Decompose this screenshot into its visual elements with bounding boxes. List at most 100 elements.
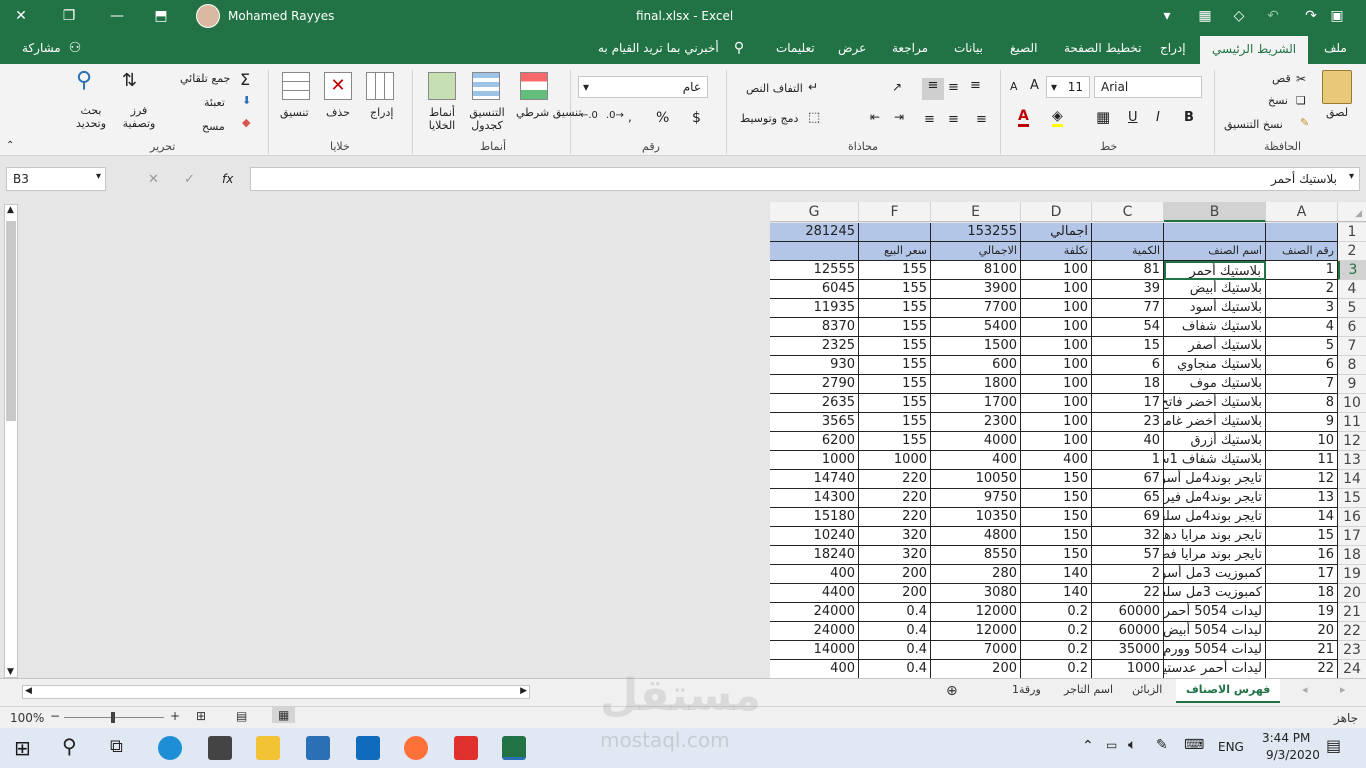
cell-E10[interactable]: 1700 [931,394,1021,413]
user-avatar[interactable] [196,4,220,28]
name-box[interactable]: B3 ▾ [6,167,106,191]
delete-cells-label[interactable]: حذف [326,106,350,119]
cell-G16[interactable]: 15180 [770,508,859,527]
bold-icon[interactable]: B [1184,110,1194,125]
cell-G1[interactable]: 281245 [770,223,859,242]
align-top-icon[interactable]: ≡ [922,78,944,100]
row-header-15[interactable]: 15 [1338,489,1366,508]
conditional-formatting-icon[interactable] [520,72,548,100]
column-header-D[interactable]: D [1021,202,1092,222]
cell-F15[interactable]: 220 [859,489,931,508]
cell-D5[interactable]: 100 [1021,299,1092,318]
cut-button[interactable]: قص [1272,72,1291,85]
cell-G5[interactable]: 11935 [770,299,859,318]
wrap-text-icon[interactable]: ↵ [808,80,818,94]
cell-D20[interactable]: 140 [1021,584,1092,603]
cell-D18[interactable]: 150 [1021,546,1092,565]
edge-icon[interactable] [158,736,182,760]
cell-C18[interactable]: 57 [1092,546,1164,565]
cell-F1[interactable] [859,223,931,242]
column-header-F[interactable]: F [859,202,931,222]
cell-G24[interactable]: 400 [770,660,859,678]
clear-button[interactable]: مسح [202,120,225,133]
cell-F20[interactable]: 200 [859,584,931,603]
align-left-icon[interactable]: ≡ [924,112,935,127]
confirm-entry-icon[interactable]: ✓ [184,172,195,187]
cell-E21[interactable]: 12000 [931,603,1021,622]
cell-G19[interactable]: 400 [770,565,859,584]
row-header-21[interactable]: 21 [1338,603,1366,622]
cell-F4[interactable]: 155 [859,280,931,299]
row-header-6[interactable]: 6 [1338,318,1366,337]
save-icon[interactable]: ▣ [1326,6,1348,26]
align-bottom-icon[interactable]: ≡ [970,78,981,93]
borders-icon[interactable]: ▦ [1096,108,1110,126]
cell-F18[interactable]: 320 [859,546,931,565]
row-header-24[interactable]: 24 [1338,660,1366,679]
sheet-tab-2[interactable]: الزبائن [1132,683,1162,696]
cell-styles-label[interactable]: أنماط الخلايا [424,106,460,132]
cell-B20[interactable]: كمبوزيت 3مل سلفر [1164,584,1266,603]
cell-B14[interactable]: تايجر بوند4مل أسود [1164,470,1266,489]
tab-home[interactable]: الشريط الرئيسي [1200,36,1309,64]
sort-filter-icon[interactable]: ⇅ [122,70,137,91]
cell-F17[interactable]: 320 [859,527,931,546]
cell-A21[interactable]: 19 [1266,603,1338,622]
cell-A2[interactable]: رقم الصنف [1266,242,1338,261]
cell-C7[interactable]: 15 [1092,337,1164,356]
cell-A13[interactable]: 11 [1266,451,1338,470]
cell-F11[interactable]: 155 [859,413,931,432]
cell-C12[interactable]: 40 [1092,432,1164,451]
cell-E4[interactable]: 3900 [931,280,1021,299]
cell-A10[interactable]: 8 [1266,394,1338,413]
row-header-22[interactable]: 22 [1338,622,1366,641]
row-header-18[interactable]: 18 [1338,546,1366,565]
align-center-icon[interactable]: ≡ [948,112,959,127]
cell-C22[interactable]: 60000 [1092,622,1164,641]
cell-D1[interactable]: اجمالي [1021,223,1092,242]
cell-E13[interactable]: 400 [931,451,1021,470]
cell-F21[interactable]: 0.4 [859,603,931,622]
prev-sheet-icon[interactable]: ◂ [1302,683,1308,696]
scroll-thumb[interactable] [6,221,16,421]
sheet-tab-1[interactable]: فهرس الاصناف [1176,679,1281,703]
tell-me-search[interactable]: أخبرني بما تريد القيام به [598,41,719,55]
font-color-icon[interactable]: A [1018,108,1029,127]
ribbon-display-options-icon[interactable]: ⬒ [150,6,172,26]
cell-D11[interactable]: 100 [1021,413,1092,432]
cell-C21[interactable]: 60000 [1092,603,1164,622]
wrap-text-button[interactable]: التفاف النص [746,82,803,95]
orientation-icon[interactable]: ↗ [892,80,902,94]
cell-B7[interactable]: بلاستيك أصفر [1164,337,1266,356]
cell-B15[interactable]: تايجر بوند4مل فيران [1164,489,1266,508]
cell-G2[interactable] [770,242,859,261]
row-header-8[interactable]: 8 [1338,356,1366,375]
cell-G4[interactable]: 6045 [770,280,859,299]
cell-E12[interactable]: 4000 [931,432,1021,451]
vertical-scrollbar[interactable]: ▲ ▼ [4,204,18,678]
cell-D21[interactable]: 0.2 [1021,603,1092,622]
cell-F10[interactable]: 155 [859,394,931,413]
insert-function-button[interactable]: fx [222,172,233,186]
fill-icon[interactable]: ⬇ [242,94,251,107]
tab-help[interactable]: تعليمات [776,41,815,55]
cell-E23[interactable]: 7000 [931,641,1021,660]
cell-C4[interactable]: 39 [1092,280,1164,299]
cell-A8[interactable]: 6 [1266,356,1338,375]
row-header-3[interactable]: 3 [1338,261,1366,280]
task-view-icon[interactable]: ⧉ [110,736,123,757]
zoom-out-icon[interactable]: − [50,709,60,723]
comma-style-icon[interactable]: , [628,110,632,124]
row-header-7[interactable]: 7 [1338,337,1366,356]
cell-A15[interactable]: 13 [1266,489,1338,508]
tab-file[interactable]: ملف [1324,41,1347,55]
cell-C8[interactable]: 6 [1092,356,1164,375]
close-window-icon[interactable]: ✕ [10,6,32,26]
cell-A4[interactable]: 2 [1266,280,1338,299]
cell-C17[interactable]: 32 [1092,527,1164,546]
cell-A1[interactable] [1266,223,1338,242]
row-header-17[interactable]: 17 [1338,527,1366,546]
cell-C14[interactable]: 67 [1092,470,1164,489]
cell-A20[interactable]: 18 [1266,584,1338,603]
cell-B11[interactable]: بلاستيك أخضر غامق [1164,413,1266,432]
